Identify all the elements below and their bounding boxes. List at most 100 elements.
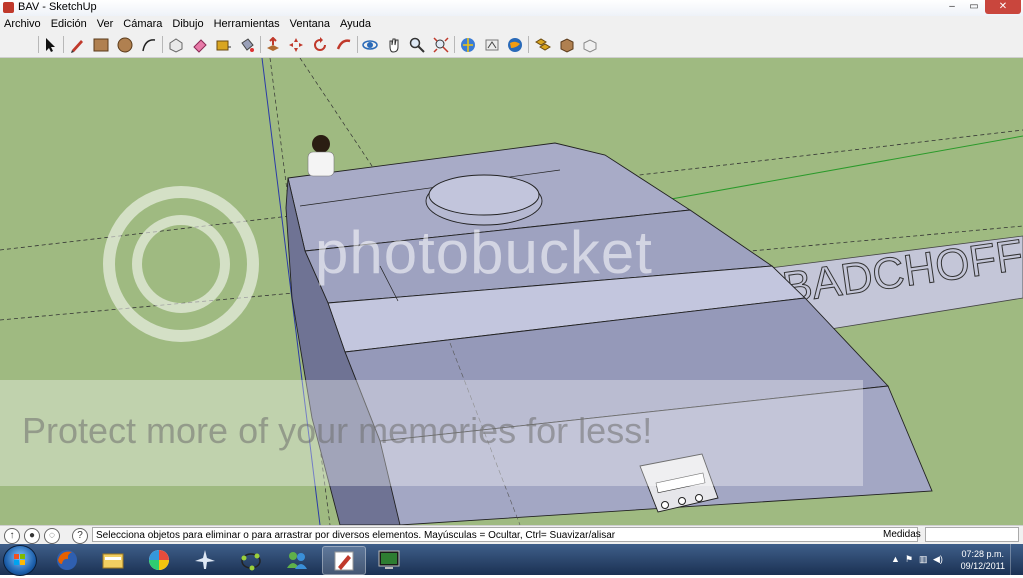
taskbar-geogebra[interactable]: [230, 546, 272, 573]
zoom-extents-button[interactable]: [431, 35, 451, 54]
window-title: BAV - SketchUp: [18, 1, 97, 13]
sandbox-icon: [583, 38, 597, 53]
menu-ver[interactable]: Ver: [97, 18, 114, 30]
get-photo-icon: [560, 37, 574, 53]
menu-dibujo[interactable]: Dibujo: [172, 18, 203, 30]
taskbar-picasa[interactable]: [138, 546, 180, 573]
pencil-tool-button[interactable]: [67, 35, 87, 54]
arc-tool-button[interactable]: [139, 35, 159, 54]
minimize-button[interactable]: –: [941, 0, 963, 14]
rectangle-tool-button[interactable]: [91, 35, 111, 54]
clock[interactable]: 07:28 p.m. 09/12/2011: [961, 548, 1005, 572]
paint-bucket-button[interactable]: [237, 35, 257, 54]
clock-time: 07:28 p.m.: [961, 549, 1005, 559]
3d-warehouse-icon: [461, 37, 475, 52]
toolbar-separator: [63, 36, 64, 53]
watermark-brand: photobucket: [315, 219, 653, 286]
push-pull-button[interactable]: [263, 35, 283, 54]
circle-icon: [117, 37, 133, 52]
taskbar-sketchup[interactable]: [322, 546, 366, 575]
menu-camara[interactable]: Cámara: [123, 18, 162, 30]
rotate-icon: [314, 36, 326, 51]
toolbar-separator: [38, 36, 39, 53]
orbit-tool-button[interactable]: [360, 35, 380, 54]
maximize-button[interactable]: ▭: [963, 0, 985, 14]
geo-location-icon[interactable]: ↑: [4, 528, 20, 544]
main-toolbar: [0, 32, 1023, 58]
zoom-icon: [409, 37, 425, 53]
share-model-icon: [485, 39, 499, 50]
move-tool-button[interactable]: [286, 35, 306, 54]
components-icon: [535, 37, 551, 51]
taskbar-airplane[interactable]: [184, 546, 226, 573]
measurements-label: Medidas: [883, 529, 921, 540]
status-bar: ↑ ● ◌ ? Selecciona objetos para eliminar…: [0, 525, 1023, 545]
toolbar-separator: [162, 36, 163, 53]
get-photo-button[interactable]: [557, 35, 577, 54]
rectangle-icon: [93, 38, 109, 51]
network-icon[interactable]: ▥: [919, 554, 929, 564]
geogebra-icon: [241, 552, 261, 570]
circle-tool-button[interactable]: [115, 35, 135, 54]
taskbar-firefox[interactable]: [46, 546, 88, 573]
follow-me-icon: [336, 38, 351, 50]
menu-bar: Archivo Edición Ver Cámara Dibujo Herram…: [0, 16, 1023, 32]
show-hidden-icon[interactable]: ▲: [891, 554, 901, 564]
show-desktop-button[interactable]: [1010, 544, 1023, 575]
flag-icon[interactable]: ⚑: [905, 554, 915, 564]
title-bar: BAV - SketchUp – ▭ ✕: [0, 0, 1023, 17]
share-model-button[interactable]: [482, 35, 502, 54]
taskbar-explorer[interactable]: [92, 546, 134, 573]
zoom-tool-button[interactable]: [407, 35, 427, 54]
system-tray: ▲ ⚑ ▥ ◀) 07:28 p.m. 09/12/2011: [883, 544, 1023, 575]
taskbar-monitor[interactable]: [368, 546, 410, 573]
firefox-icon: [57, 549, 77, 570]
select-tool-button[interactable]: [40, 35, 60, 54]
components-button[interactable]: [533, 35, 553, 54]
menu-edicion[interactable]: Edición: [51, 18, 87, 30]
volume-icon[interactable]: ◀): [933, 554, 943, 564]
select-icon: [46, 37, 55, 52]
status-hint: Selecciona objetos para eliminar o para …: [92, 527, 918, 542]
arc-icon: [142, 38, 156, 51]
zoom-extents-icon: [433, 36, 449, 53]
follow-me-button[interactable]: [334, 35, 354, 54]
move-icon: [289, 37, 303, 52]
make-component-button[interactable]: [166, 35, 186, 54]
3d-warehouse-button[interactable]: [458, 35, 478, 54]
user-icon[interactable]: ◌: [44, 528, 60, 544]
explorer-icon: [102, 553, 124, 568]
google-earth-icon: [508, 37, 522, 52]
menu-ayuda[interactable]: Ayuda: [340, 18, 371, 30]
windows-logo-icon: [14, 554, 25, 565]
green-axis: [659, 135, 1023, 202]
measurements-field[interactable]: [925, 527, 1019, 542]
toolbar-separator: [454, 36, 455, 53]
eraser-icon: [193, 38, 207, 53]
credits-icon[interactable]: ●: [24, 528, 40, 544]
taskbar-messenger[interactable]: [276, 546, 318, 573]
start-button[interactable]: [3, 545, 37, 576]
menu-herramientas[interactable]: Herramientas: [214, 18, 280, 30]
close-button[interactable]: ✕: [985, 0, 1021, 14]
tape-measure-button[interactable]: [213, 35, 233, 54]
clock-date: 09/12/2011: [960, 561, 1005, 571]
eraser-tool-button[interactable]: [190, 35, 210, 54]
model-viewport[interactable]: BADCHOFF photobucket Protect more of you…: [0, 58, 1023, 525]
tape-measure-icon: [216, 40, 231, 50]
toolbar-separator: [260, 36, 261, 53]
window-controls: – ▭ ✕: [941, 0, 1021, 14]
paint-bucket-icon: [241, 37, 254, 52]
picasa-icon: [149, 549, 169, 570]
taskbar: ▲ ⚑ ▥ ◀) 07:28 p.m. 09/12/2011: [0, 544, 1023, 576]
menu-ventana[interactable]: Ventana: [290, 18, 330, 30]
help-icon[interactable]: ?: [72, 528, 88, 544]
airplane-icon: [195, 549, 215, 569]
sandbox-button[interactable]: [580, 35, 600, 54]
rotate-tool-button[interactable]: [310, 35, 330, 54]
pan-icon: [389, 38, 399, 53]
google-earth-button[interactable]: [505, 35, 525, 54]
menu-archivo[interactable]: Archivo: [4, 18, 41, 30]
pencil-icon: [71, 39, 83, 53]
pan-tool-button[interactable]: [384, 35, 404, 54]
